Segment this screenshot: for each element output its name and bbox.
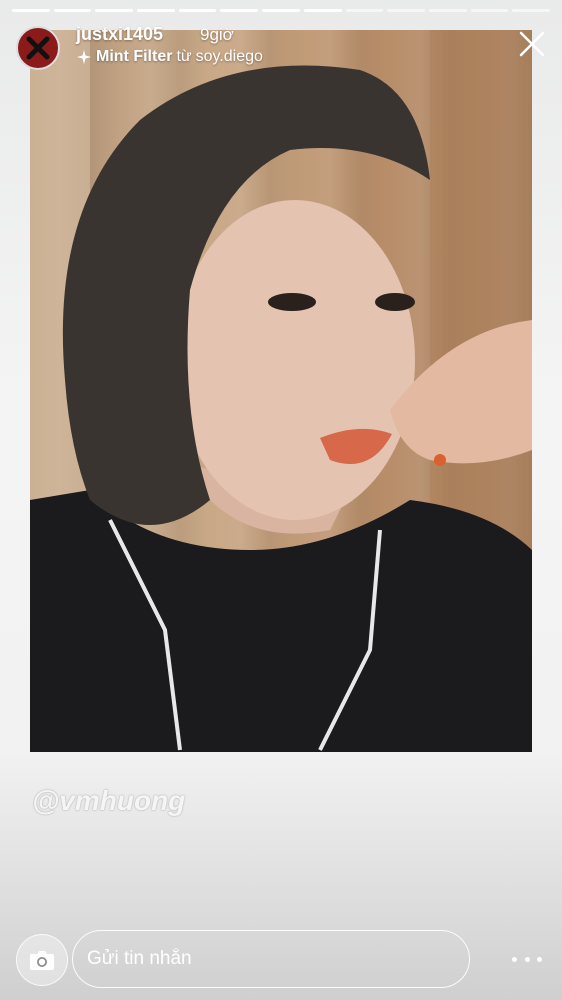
progress-segment <box>137 9 175 12</box>
progress-segment <box>262 9 300 12</box>
camera-icon <box>30 951 54 970</box>
progress-segment <box>12 9 50 12</box>
progress-segment <box>470 9 509 12</box>
progress-segment <box>220 9 259 12</box>
profile-avatar[interactable] <box>16 26 60 70</box>
story-footer <box>16 930 546 988</box>
x-mark-avatar-icon <box>26 36 50 60</box>
send-message-input[interactable] <box>72 930 470 988</box>
portrait-illustration <box>30 30 532 752</box>
story-photo[interactable] <box>30 30 532 752</box>
story-username[interactable]: justxi1405 <box>76 24 163 45</box>
close-button[interactable] <box>516 28 548 60</box>
right-eye <box>375 293 415 311</box>
filter-name: Mint Filter <box>96 48 173 65</box>
story-timestamp: 9giờ <box>200 25 234 44</box>
progress-segment <box>95 9 134 12</box>
close-icon <box>519 31 545 57</box>
sparkle-icon <box>77 50 91 64</box>
more-dots-icon <box>524 956 530 962</box>
story-header: justxi1405 9giờ Mint Filter từ soy.diego <box>16 22 550 72</box>
progress-segment <box>512 9 550 12</box>
more-options-button[interactable] <box>512 948 542 970</box>
progress-segment <box>303 9 342 12</box>
filter-author: soy.diego <box>195 48 263 65</box>
more-dots-icon <box>537 956 542 962</box>
watermark-text: @vmhuong <box>32 785 186 816</box>
progress-segment <box>387 9 425 12</box>
progress-segment <box>428 9 467 12</box>
filter-from-prefix: từ <box>176 48 192 65</box>
progress-segment <box>178 9 217 12</box>
progress-segment <box>53 9 92 12</box>
filter-attribution[interactable]: Mint Filter từ soy.diego <box>76 48 263 66</box>
nail <box>434 454 446 466</box>
progress-segment <box>345 9 384 12</box>
camera-button[interactable] <box>16 934 68 986</box>
face <box>175 200 415 520</box>
story-progress-bar <box>12 9 550 12</box>
more-dots-icon <box>512 956 517 962</box>
left-eye <box>268 293 316 311</box>
